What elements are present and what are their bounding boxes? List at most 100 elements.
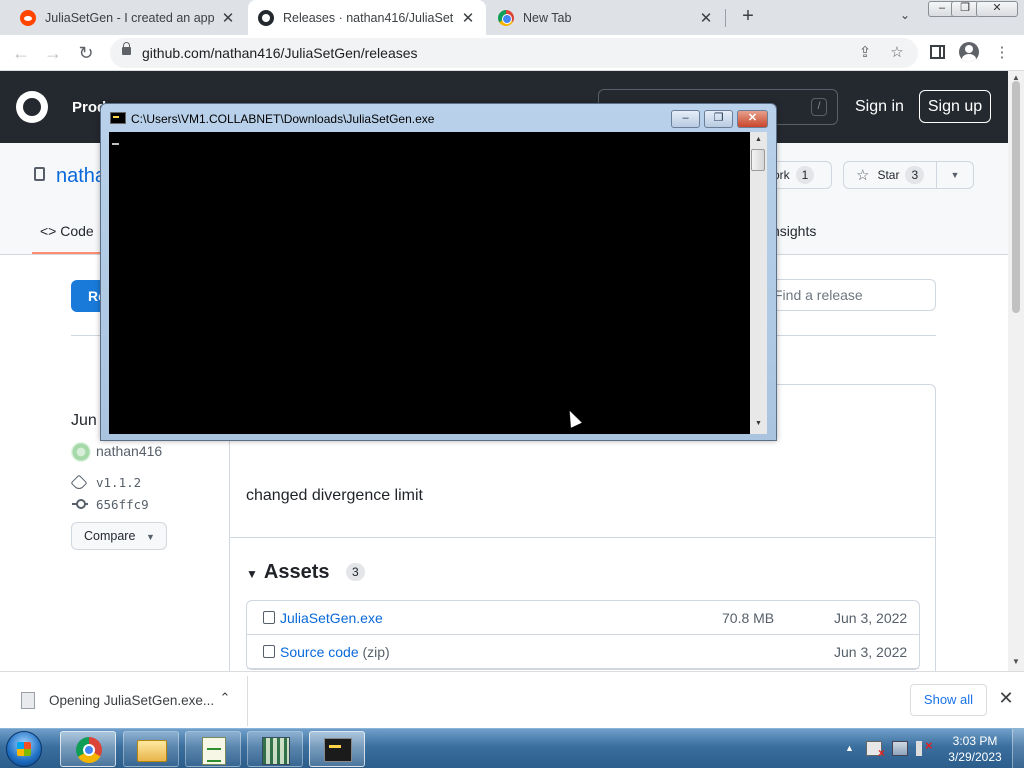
taskbar-app-grid[interactable] xyxy=(247,731,303,767)
divider xyxy=(247,676,248,726)
scroll-down-arrow-icon[interactable]: ▼ xyxy=(1008,657,1024,666)
console-close-button[interactable]: ✕ xyxy=(737,110,768,128)
scroll-up-arrow-icon[interactable]: ▲ xyxy=(750,136,767,143)
tab-code[interactable]: <> Code xyxy=(40,223,94,239)
console-scrollbar[interactable]: ▲ ▼ xyxy=(750,132,767,434)
file-zip-icon xyxy=(263,645,275,658)
caret-down-icon: ▼ xyxy=(146,532,155,542)
scrollbar-thumb[interactable] xyxy=(751,149,765,171)
download-item[interactable]: Opening JuliaSetGen.exe... xyxy=(49,693,214,708)
assets-count: 3 xyxy=(346,563,365,581)
new-tab-button[interactable]: + xyxy=(737,6,759,28)
menu-kebab-icon[interactable]: ⋮ xyxy=(992,43,1012,63)
divider xyxy=(230,537,935,538)
code-icon: <> xyxy=(40,223,57,239)
notepad-icon xyxy=(202,737,226,765)
console-app-icon xyxy=(110,112,126,124)
browser-toolbar: ← → ↻ github.com/nathan416/JuliaSetGen/r… xyxy=(0,35,1024,71)
grid-app-icon xyxy=(262,737,290,765)
console-app-icon xyxy=(324,738,352,762)
compare-button[interactable]: Compare ▼ xyxy=(71,522,167,550)
release-tag-link[interactable]: v1.1.2 xyxy=(96,475,141,490)
console-minimize-button[interactable]: – xyxy=(671,110,700,128)
console-window[interactable]: C:\Users\VM1.COLLABNET\Downloads\JuliaSe… xyxy=(100,103,777,441)
address-bar[interactable]: github.com/nathan416/JuliaSetGen/release… xyxy=(110,38,918,68)
tab-new-tab[interactable]: New Tab ✕ xyxy=(488,0,724,35)
sign-up-button[interactable]: Sign up xyxy=(919,90,991,123)
list-item: Source code (zip) Jun 3, 2022 xyxy=(247,635,919,669)
active-tab-underline xyxy=(32,252,108,254)
tray-expand-icon[interactable]: ▲ xyxy=(845,743,854,753)
tab-releases[interactable]: Releases · nathan416/JuliaSetGen ✕ xyxy=(248,0,486,35)
star-list-dropdown[interactable]: ▼ xyxy=(936,161,974,189)
release-description: changed divergence limit xyxy=(246,487,423,504)
release-commit-link[interactable]: 656ffc9 xyxy=(96,497,149,512)
scrollbar-thumb[interactable] xyxy=(1012,81,1020,313)
bookmark-star-icon[interactable]: ☆ xyxy=(888,44,906,62)
back-arrow-icon[interactable]: ← xyxy=(9,41,33,65)
tab-insights[interactable]: nsights xyxy=(772,223,816,239)
close-icon[interactable]: ✕ xyxy=(996,688,1016,709)
star-count: 3 xyxy=(905,166,925,184)
share-icon[interactable]: ⇪ xyxy=(856,44,874,62)
taskbar-chrome[interactable] xyxy=(60,731,116,767)
repo-owner-link[interactable]: natha xyxy=(56,165,106,188)
find-release-input[interactable]: Find a release xyxy=(770,279,936,311)
tab-reddit[interactable]: JuliaSetGen - I created an app to ✕ xyxy=(10,0,246,35)
taskbar-console[interactable] xyxy=(309,731,365,767)
url-text[interactable]: github.com/nathan416/JuliaSetGen/release… xyxy=(142,45,418,61)
github-logo-icon[interactable] xyxy=(16,91,48,123)
avatar[interactable] xyxy=(71,442,91,462)
forward-arrow-icon[interactable]: → xyxy=(41,41,65,65)
scroll-down-arrow-icon[interactable]: ▼ xyxy=(750,420,767,427)
close-icon[interactable]: ✕ xyxy=(460,9,476,27)
compare-label: Compare xyxy=(84,529,136,543)
asset-link[interactable]: Source code (zip) xyxy=(280,644,390,660)
taskbar-explorer[interactable] xyxy=(123,731,179,767)
clock-time[interactable]: 3:03 PM xyxy=(945,734,1005,748)
console-maximize-button[interactable]: ❐ xyxy=(704,110,733,128)
package-icon xyxy=(263,611,275,624)
window-close-button[interactable]: ✕ xyxy=(976,1,1018,17)
tab-separator xyxy=(725,9,726,27)
tab-code-label: Code xyxy=(60,223,94,239)
show-all-button[interactable]: Show all xyxy=(910,684,987,716)
clock-date[interactable]: 3/29/2023 xyxy=(942,750,1008,764)
asset-date: Jun 3, 2022 xyxy=(834,610,908,626)
caret-down-icon: ▼ xyxy=(950,170,960,180)
network-icon[interactable] xyxy=(892,741,908,756)
page-scrollbar[interactable]: ▲ ▼ xyxy=(1008,71,1024,671)
show-desktop-button[interactable] xyxy=(1012,729,1024,768)
sign-in-link[interactable]: Sign in xyxy=(855,98,904,116)
commit-icon xyxy=(72,499,88,509)
console-title: C:\Users\VM1.COLLABNET\Downloads\JuliaSe… xyxy=(131,112,435,126)
side-panel-icon[interactable] xyxy=(930,45,945,59)
asset-list: JuliaSetGen.exe 70.8 MB Jun 3, 2022 Sour… xyxy=(246,600,920,670)
taskbar-notepad[interactable] xyxy=(185,731,241,767)
start-button[interactable] xyxy=(6,731,42,767)
search-shortcut-key: / xyxy=(811,98,827,116)
close-icon[interactable]: ✕ xyxy=(698,9,714,27)
repo-icon xyxy=(34,167,45,181)
tab-title: New Tab xyxy=(523,10,572,25)
release-author-link[interactable]: nathan416 xyxy=(96,443,162,459)
volume-muted-icon[interactable] xyxy=(916,738,933,756)
profile-avatar-icon[interactable] xyxy=(959,42,979,62)
star-button[interactable]: ☆ Star 3 xyxy=(843,161,937,189)
chrome-icon xyxy=(498,9,514,26)
action-center-icon[interactable] xyxy=(866,741,885,760)
reload-icon[interactable]: ↻ xyxy=(74,41,98,65)
close-icon[interactable]: ✕ xyxy=(220,9,236,27)
text-cursor xyxy=(112,143,119,145)
chevron-up-icon[interactable]: ⌃ xyxy=(216,690,234,706)
asset-date: Jun 3, 2022 xyxy=(834,644,908,660)
tab-title: JuliaSetGen - I created an app to xyxy=(45,10,214,25)
asset-size: 70.8 MB xyxy=(722,610,775,626)
tab-search-chevron-icon[interactable]: ⌄ xyxy=(896,8,914,26)
console-output[interactable] xyxy=(109,132,750,434)
window-restore-button[interactable]: ❐ xyxy=(951,1,979,17)
release-date: Jun xyxy=(71,412,97,429)
star-icon: ☆ xyxy=(856,167,870,184)
asset-link[interactable]: JuliaSetGen.exe xyxy=(280,610,383,626)
assets-toggle[interactable]: ▼ Assets xyxy=(246,561,330,584)
